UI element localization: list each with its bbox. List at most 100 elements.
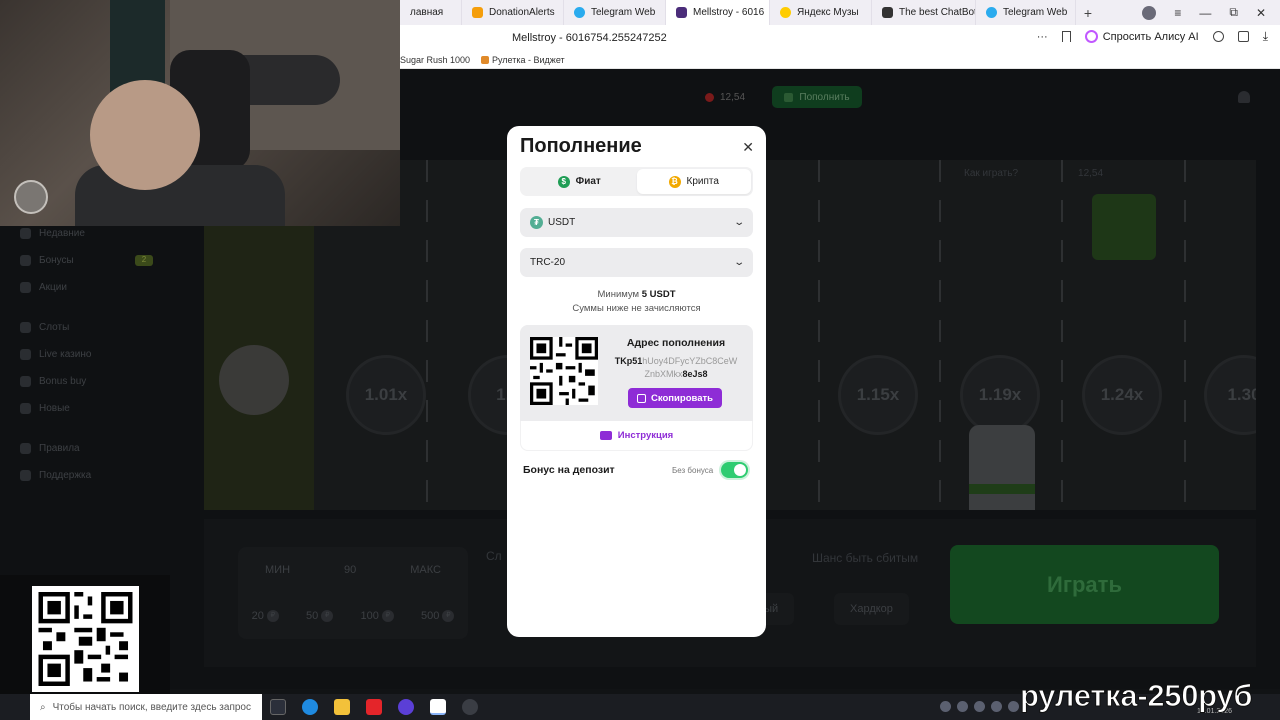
header-deposit-label: Пополнить <box>799 91 850 103</box>
tab-main[interactable]: лавная <box>400 0 462 25</box>
tray-icon[interactable] <box>940 701 951 712</box>
obs-icon[interactable] <box>462 699 478 715</box>
tab-yandex-music[interactable]: Яндекс Музы <box>770 0 872 25</box>
tray-icon[interactable] <box>957 701 968 712</box>
download-icon[interactable]: ⤓ <box>1263 29 1268 44</box>
chip-50[interactable]: 50 ₽ <box>306 610 334 622</box>
taskbar-search[interactable]: ⌕ Чтобы начать поиск, введите здесь запр… <box>30 694 262 720</box>
bookmark-icon[interactable] <box>1061 31 1071 42</box>
collections-icon[interactable] <box>1237 31 1249 42</box>
tab-label: Telegram Web <box>1003 7 1068 18</box>
play-button[interactable]: Играть <box>950 545 1219 624</box>
yandex-browser-icon[interactable] <box>430 699 446 715</box>
copy-address-button[interactable]: Скопировать <box>628 388 722 408</box>
tab-donationalerts[interactable]: DonationAlerts <box>462 0 564 25</box>
instruction-label: Инструкция <box>617 430 674 441</box>
lane-divider <box>939 160 941 510</box>
header-balance[interactable]: 12,54 <box>705 86 745 108</box>
window-controls: ≡ — ⧉ ✕ <box>1142 5 1280 20</box>
cam-streamer-head <box>90 80 200 190</box>
sidebar-item-slots[interactable]: Слоты <box>20 322 69 333</box>
cart-icon <box>20 376 31 387</box>
menu-icon[interactable]: ≡ <box>1174 6 1181 20</box>
profile-avatar[interactable] <box>1142 5 1157 20</box>
how-to-play-link[interactable]: Как играть? <box>964 168 1018 179</box>
alice-app-icon[interactable] <box>398 699 414 715</box>
tab-label: Telegram Web <box>591 7 656 18</box>
minimize-icon[interactable]: — <box>1199 6 1211 20</box>
game-balance: 12,54 <box>1078 168 1104 179</box>
max-bet-button[interactable]: МАКС <box>410 564 441 576</box>
stream-logo-icon <box>14 180 48 214</box>
instruction-link[interactable]: Инструкция <box>520 421 753 451</box>
ruble-icon: ₽ <box>321 610 334 622</box>
sidebar-item-live[interactable]: Live казино <box>20 349 91 360</box>
address-start: TKp51 <box>614 356 643 366</box>
tab-crypto[interactable]: ₿ Крипта <box>636 169 751 194</box>
sidebar-item-bonuses[interactable]: Бонусы <box>20 255 74 266</box>
difficulty-hardcore-button[interactable]: Хардкор <box>834 593 909 625</box>
bookmark-sugar-rush[interactable]: Sugar Rush 1000 <box>400 55 470 65</box>
network-select[interactable]: TRC-20 ⌄ <box>520 248 753 277</box>
tray-icon[interactable] <box>1008 701 1019 712</box>
sidebar-item-label: Поддержка <box>39 470 92 481</box>
chip-label: 100 <box>360 610 379 622</box>
sidebar-item-new[interactable]: Новые <box>20 403 70 414</box>
address-middle-2: ZnbXMkx <box>644 369 683 379</box>
sidebar-item-recent[interactable]: Недавние <box>20 228 85 239</box>
close-window-icon[interactable]: ✕ <box>1256 6 1266 20</box>
currency-select[interactable]: ₮ USDT ⌄ <box>520 208 753 237</box>
tab-label: Крипта <box>686 176 719 187</box>
bet-amount-input[interactable]: 90 <box>344 564 356 576</box>
task-view-icon[interactable] <box>270 699 286 715</box>
yandex-icon[interactable] <box>366 699 382 715</box>
header-balance-value: 12,54 <box>720 91 746 103</box>
qr-code-icon <box>530 337 598 405</box>
deposit-address-line-1[interactable]: TKp51hUoy4DFycYZbC8CeW <box>606 356 746 366</box>
deposit-bonus-toggle[interactable] <box>721 462 748 478</box>
dollar-icon: $ <box>557 175 570 188</box>
header-deposit-button[interactable]: Пополнить <box>772 86 862 108</box>
sidebar-item-support[interactable]: Поддержка <box>20 470 91 481</box>
page-title-url[interactable]: Mellstroy - 6016754.255247252 <box>512 32 667 44</box>
ruble-icon: ₽ <box>266 610 279 622</box>
sidebar-item-label: Бонусы <box>39 255 74 266</box>
ask-alice-button[interactable]: Спросить Алису AI <box>1084 30 1199 43</box>
sidebar-item-label: Слоты <box>39 322 70 333</box>
live-icon <box>20 349 31 360</box>
tab-telegram-2[interactable]: Telegram Web <box>976 0 1076 25</box>
deposit-address-line-2[interactable]: ZnbXMkx8eJs8 <box>606 369 746 379</box>
sidebar-item-promotions[interactable]: Акции <box>20 282 67 293</box>
deposit-bonus-label: Бонус на депозит <box>523 464 615 476</box>
edge-icon[interactable] <box>302 699 318 715</box>
min-bet-button[interactable]: МИН <box>265 564 290 576</box>
folder-icon[interactable] <box>334 699 350 715</box>
chip-20[interactable]: 20 ₽ <box>252 610 279 622</box>
chip-500[interactable]: 500 ₽ <box>421 610 455 622</box>
play-icon[interactable] <box>1212 31 1224 42</box>
tab-telegram[interactable]: Telegram Web <box>564 0 666 25</box>
tab-mellstroy[interactable]: Mellstroy - 6016✕ <box>666 0 770 25</box>
deposit-address-title: Адрес пополнения <box>626 337 726 349</box>
tab-chatbot[interactable]: The best ChatBot <box>872 0 976 25</box>
new-tab-button[interactable]: + <box>1076 5 1100 21</box>
tray-icon[interactable] <box>991 701 1002 712</box>
copy-icon <box>637 393 647 403</box>
sidebar-item-label: Новые <box>39 403 70 414</box>
tab-fiat[interactable]: $ Фиат <box>522 169 637 194</box>
webcam-feed <box>0 0 400 226</box>
bell-icon[interactable] <box>1238 91 1250 103</box>
bonuses-badge: 2 <box>135 255 153 266</box>
hit-chance-label: Шанс быть сбитым <box>812 551 919 565</box>
sidebar-item-label: Акции <box>39 282 67 293</box>
bookmark-roulette[interactable]: Рулетка - Виджет <box>481 55 565 65</box>
close-icon[interactable]: ✕ <box>742 139 754 156</box>
star-icon <box>20 403 31 414</box>
more-icon[interactable]: ··· <box>1037 31 1048 43</box>
tray-icon[interactable] <box>974 701 985 712</box>
sidebar-item-bonus-buy[interactable]: Bonus buy <box>20 376 86 387</box>
restore-icon[interactable]: ⧉ <box>1229 5 1238 20</box>
sidebar-item-rules[interactable]: Правила <box>20 443 80 454</box>
chip-label: 500 <box>421 610 440 622</box>
chip-100[interactable]: 100 ₽ <box>360 610 394 622</box>
